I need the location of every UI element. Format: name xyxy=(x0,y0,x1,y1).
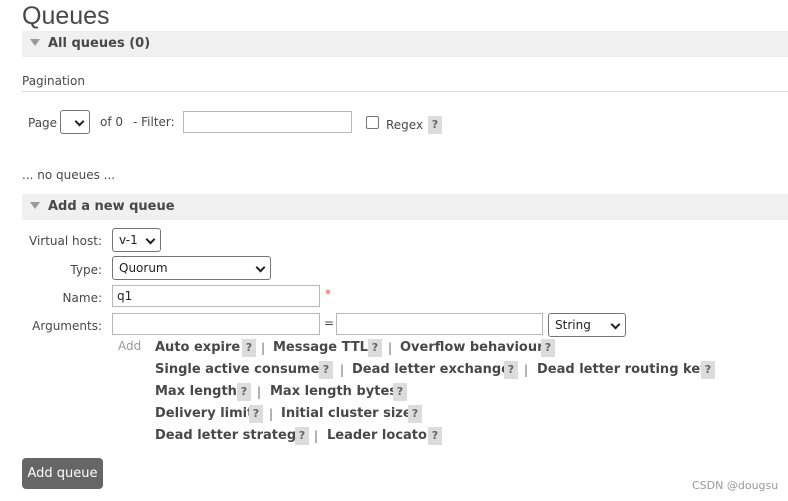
help-icon[interactable]: ? xyxy=(393,383,407,401)
page-select[interactable] xyxy=(60,110,90,134)
pagination-divider xyxy=(22,91,788,92)
arg-max-length[interactable]: Max length xyxy=(155,384,237,399)
help-icon[interactable]: ? xyxy=(242,339,256,357)
add-queue-header: Add a new queue xyxy=(48,199,175,214)
help-icon[interactable]: ? xyxy=(701,361,715,379)
page-title: Queues xyxy=(22,2,110,30)
name-label: Name: xyxy=(62,291,102,305)
regex-help-icon[interactable]: ? xyxy=(428,116,442,134)
add-queue-button[interactable]: Add queue xyxy=(22,458,103,489)
argument-equals: = xyxy=(324,316,335,330)
separator: | xyxy=(257,385,262,399)
collapse-triangle-icon xyxy=(30,202,40,209)
help-icon[interactable]: ? xyxy=(237,383,251,401)
arguments-label: Arguments: xyxy=(32,319,102,333)
type-select[interactable]: Quorum xyxy=(112,256,271,280)
arg-message-ttl[interactable]: Message TTL xyxy=(273,340,368,355)
filter-input[interactable] xyxy=(183,111,352,133)
separator: | xyxy=(388,341,393,355)
argument-key-input[interactable] xyxy=(112,313,320,335)
help-icon[interactable]: ? xyxy=(541,339,555,357)
page-label: Page xyxy=(28,116,58,130)
pagination-label: Pagination xyxy=(22,74,85,88)
argument-type-select[interactable]: String xyxy=(548,313,626,337)
collapse-triangle-icon xyxy=(30,39,40,46)
page-count-label: of 0 xyxy=(100,115,124,129)
argument-value-input[interactable] xyxy=(336,313,543,335)
type-label: Type: xyxy=(70,263,102,277)
help-icon[interactable]: ? xyxy=(319,361,333,379)
arg-delivery-limit[interactable]: Delivery limit xyxy=(155,406,253,421)
arg-auto-expire[interactable]: Auto expire xyxy=(155,340,240,355)
name-input[interactable]: q1 xyxy=(112,285,320,307)
arg-overflow-behaviour[interactable]: Overflow behaviour xyxy=(400,340,544,355)
arg-initial-cluster-size[interactable]: Initial cluster size xyxy=(281,406,412,421)
help-icon[interactable]: ? xyxy=(408,405,422,423)
add-argument-link[interactable]: Add xyxy=(118,339,141,353)
all-queues-header: All queues (0) xyxy=(48,36,151,51)
watermark: CSDN @dougsu xyxy=(692,479,779,492)
arg-max-length-bytes[interactable]: Max length bytes xyxy=(270,384,397,399)
add-queue-toggle[interactable]: Add a new queue xyxy=(22,194,788,220)
empty-queues-text: ... no queues ... xyxy=(22,168,116,182)
separator: | xyxy=(524,363,529,377)
help-icon[interactable]: ? xyxy=(504,361,518,379)
arg-dead-letter-exchange[interactable]: Dead letter exchange xyxy=(352,362,510,377)
separator: | xyxy=(261,341,266,355)
separator: | xyxy=(314,429,319,443)
required-marker: * xyxy=(325,287,331,301)
arg-dead-letter-routing-key[interactable]: Dead letter routing key xyxy=(537,362,709,377)
vhost-select[interactable]: v-1 xyxy=(112,228,161,252)
help-icon[interactable]: ? xyxy=(249,405,263,423)
arg-leader-locator[interactable]: Leader locator xyxy=(327,428,433,443)
filter-label: - Filter: xyxy=(133,115,175,129)
separator: | xyxy=(340,363,345,377)
separator: | xyxy=(269,407,274,421)
regex-label: Regex xyxy=(386,118,424,132)
all-queues-toggle[interactable]: All queues (0) xyxy=(22,31,788,57)
vhost-label: Virtual host: xyxy=(29,234,102,248)
help-icon[interactable]: ? xyxy=(368,339,382,357)
arg-single-active-consumer[interactable]: Single active consumer xyxy=(155,362,326,377)
help-icon[interactable]: ? xyxy=(295,427,309,445)
help-icon[interactable]: ? xyxy=(428,427,442,445)
regex-checkbox[interactable] xyxy=(366,116,379,129)
arg-dead-letter-strategy[interactable]: Dead letter strategy xyxy=(155,428,305,443)
